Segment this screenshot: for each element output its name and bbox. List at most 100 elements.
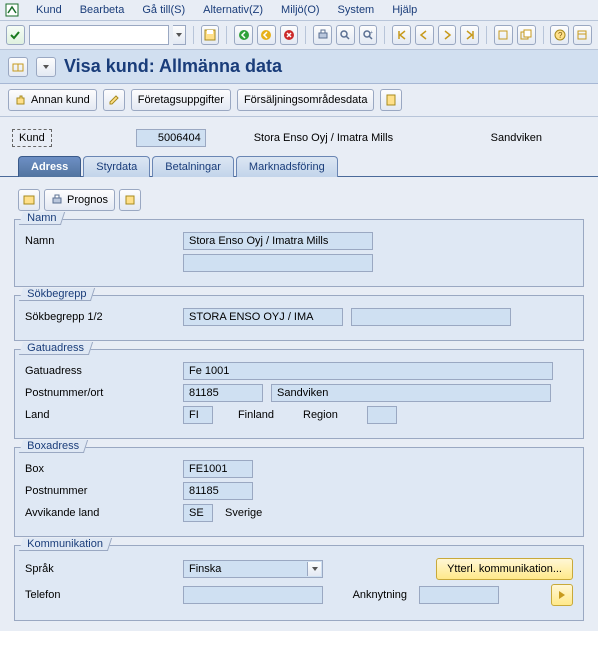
group-sokbegrepp-title: Sökbegrepp bbox=[19, 288, 96, 301]
sap-logo-icon bbox=[4, 2, 20, 18]
internat-versions-button[interactable] bbox=[119, 189, 141, 211]
namn-label: Namn bbox=[25, 235, 175, 247]
preview-icon bbox=[23, 194, 35, 206]
standard-toolbar: + ? bbox=[0, 21, 598, 50]
shortcut-icon[interactable] bbox=[517, 25, 536, 45]
group-boxadress: Boxadress Box FE1001 Postnummer 81185 Av… bbox=[14, 447, 584, 537]
telefon-field bbox=[183, 586, 323, 604]
separator bbox=[543, 26, 544, 44]
foretagsuppgifter-button[interactable]: Företagsuppgifter bbox=[131, 89, 231, 111]
forsaljningsomradesdata-label: Försäljningsområdesdata bbox=[244, 94, 368, 106]
annan-kund-button[interactable]: Annan kund bbox=[8, 89, 97, 111]
box-label: Box bbox=[25, 463, 175, 475]
sprak-value: Finska bbox=[189, 563, 221, 575]
ort-field: Sandviken bbox=[271, 384, 551, 402]
land-name-text: Finland bbox=[221, 407, 291, 423]
menu-hjalp[interactable]: Hjälp bbox=[384, 2, 425, 18]
kund-location-text: Sandviken bbox=[487, 130, 546, 146]
tab-styrdata[interactable]: Styrdata bbox=[83, 156, 150, 177]
prev-page-icon[interactable] bbox=[415, 25, 434, 45]
telefon-label: Telefon bbox=[25, 589, 175, 601]
postnummer-field: 81185 bbox=[183, 384, 263, 402]
sprak-combo[interactable]: Finska bbox=[183, 560, 323, 578]
document-icon bbox=[385, 94, 397, 106]
postnummer-ort-label: Postnummer/ort bbox=[25, 387, 175, 399]
tab-betalningar[interactable]: Betalningar bbox=[152, 156, 234, 177]
telefon-more-button[interactable] bbox=[551, 584, 573, 606]
first-page-icon[interactable] bbox=[392, 25, 411, 45]
avvikande-land-field: SE bbox=[183, 504, 213, 522]
menu-miljo[interactable]: Miljö(O) bbox=[273, 2, 328, 18]
menu-bearbeta[interactable]: Bearbeta bbox=[72, 2, 133, 18]
land-label: Land bbox=[25, 409, 175, 421]
separator bbox=[486, 26, 487, 44]
find-icon[interactable] bbox=[336, 25, 355, 45]
ytterl-kommunikation-button[interactable]: Ytterl. kommunikation... bbox=[436, 558, 573, 580]
hand-icon bbox=[15, 94, 27, 106]
menu-alternativ[interactable]: Alternativ(Z) bbox=[195, 2, 271, 18]
pencil-icon bbox=[108, 94, 120, 106]
additional-data-icon-button[interactable] bbox=[380, 89, 402, 111]
print-icon[interactable] bbox=[313, 25, 332, 45]
exit-icon[interactable] bbox=[257, 25, 276, 45]
group-kommunikation-title: Kommunikation bbox=[19, 538, 112, 551]
arrow-right-icon bbox=[556, 589, 568, 601]
object-services-dd-icon[interactable] bbox=[36, 57, 56, 77]
sprak-label: Språk bbox=[25, 563, 175, 575]
gatuadress-field: Fe 1001 bbox=[183, 362, 553, 380]
command-field[interactable] bbox=[29, 25, 169, 45]
avvikande-land-label: Avvikande land bbox=[25, 507, 175, 519]
last-page-icon[interactable] bbox=[460, 25, 479, 45]
cancel-icon[interactable] bbox=[280, 25, 299, 45]
group-gatuadress: Gatuadress Gatuadress Fe 1001 Postnummer… bbox=[14, 349, 584, 439]
group-namn: Namn Namn Stora Enso Oyj / Imatra Mills bbox=[14, 219, 584, 287]
kund-label: Kund bbox=[12, 129, 52, 147]
group-namn-title: Namn bbox=[19, 212, 66, 225]
menubar: Kund Bearbeta Gå till(S) Alternativ(Z) M… bbox=[0, 0, 598, 21]
namn-field: Stora Enso Oyj / Imatra Mills bbox=[183, 232, 373, 250]
kund-name-text: Stora Enso Oyj / Imatra Mills bbox=[250, 130, 397, 146]
tab-marknadsforing[interactable]: Marknadsföring bbox=[236, 156, 338, 177]
land-field: FI bbox=[183, 406, 213, 424]
new-session-icon[interactable] bbox=[494, 25, 513, 45]
box-postnummer-label: Postnummer bbox=[25, 485, 175, 497]
tab-content: Prognos Namn Namn Stora Enso Oyj / Imatr… bbox=[0, 177, 598, 631]
forsaljningsomradesdata-button[interactable]: Försäljningsområdesdata bbox=[237, 89, 375, 111]
tab-adress[interactable]: Adress bbox=[18, 156, 81, 177]
help-icon[interactable]: ? bbox=[550, 25, 569, 45]
gatuadress-label: Gatuadress bbox=[25, 365, 175, 377]
annan-kund-label: Annan kund bbox=[31, 94, 90, 106]
separator bbox=[384, 26, 385, 44]
title-bar: Visa kund: Allmänna data bbox=[0, 50, 598, 84]
application-toolbar: Annan kund Företagsuppgifter Försäljning… bbox=[0, 84, 598, 117]
sokbegrepp-2-field bbox=[351, 308, 511, 326]
change-icon-button[interactable] bbox=[103, 89, 125, 111]
preview-icon-button[interactable] bbox=[18, 189, 40, 211]
globe-icon bbox=[124, 194, 136, 206]
menu-system[interactable]: System bbox=[330, 2, 383, 18]
save-icon[interactable] bbox=[201, 25, 220, 45]
anknytning-field bbox=[419, 586, 499, 604]
menu-kund[interactable]: Kund bbox=[28, 2, 70, 18]
back-icon[interactable] bbox=[234, 25, 253, 45]
page-title: Visa kund: Allmänna data bbox=[64, 56, 282, 77]
separator bbox=[193, 26, 194, 44]
tabstrip: Adress Styrdata Betalningar Marknadsföri… bbox=[0, 155, 598, 177]
prognos-label: Prognos bbox=[67, 194, 108, 206]
box-field: FE1001 bbox=[183, 460, 253, 478]
group-boxadress-title: Boxadress bbox=[19, 440, 88, 453]
namn-field-2 bbox=[183, 254, 373, 272]
inner-toolbar: Prognos bbox=[18, 189, 584, 211]
enter-button[interactable] bbox=[6, 25, 25, 45]
menu-gatill[interactable]: Gå till(S) bbox=[134, 2, 193, 18]
svg-text:?: ? bbox=[558, 31, 563, 40]
prognos-button[interactable]: Prognos bbox=[44, 189, 115, 211]
anknytning-label: Anknytning bbox=[331, 587, 411, 603]
next-page-icon[interactable] bbox=[438, 25, 457, 45]
find-next-icon[interactable]: + bbox=[359, 25, 378, 45]
group-kommunikation: Kommunikation Språk Finska Ytterl. kommu… bbox=[14, 545, 584, 621]
object-services-icon[interactable] bbox=[8, 57, 28, 77]
layout-menu-icon[interactable] bbox=[573, 25, 592, 45]
svg-text:+: + bbox=[370, 30, 373, 36]
command-history-dropdown[interactable] bbox=[173, 25, 186, 45]
